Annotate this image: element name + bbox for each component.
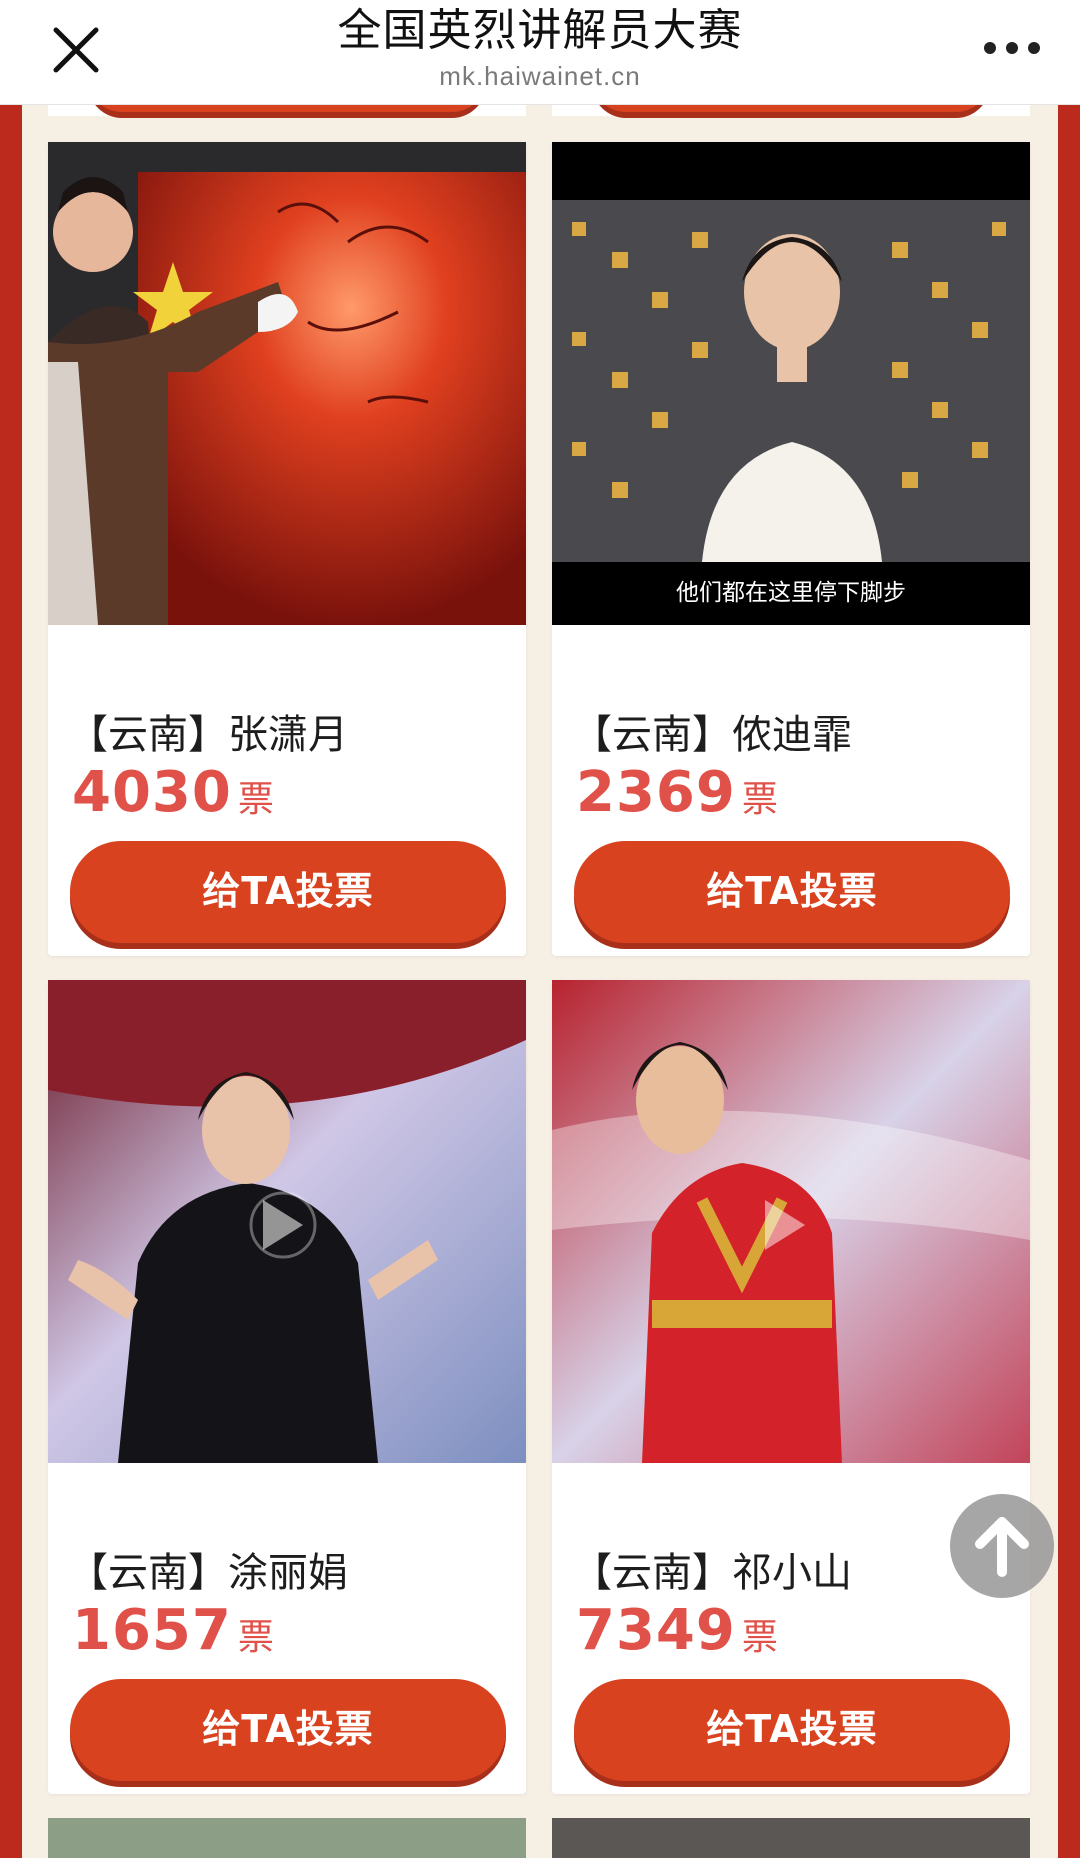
candidate-photo[interactable]	[552, 980, 1030, 1463]
candidate-photo[interactable]	[48, 980, 526, 1463]
candidate-card: 他们都在这里停下脚步 【云南】侬迪霏 2369 票 给TA投票	[552, 142, 1030, 956]
page-title: 全国英烈讲解员大赛	[337, 5, 743, 56]
vote-number: 4030	[72, 760, 232, 825]
frame-left	[0, 104, 22, 1858]
title-block: 全国英烈讲解员大赛 mk.haiwainet.cn	[200, 2, 880, 92]
page-domain: mk.haiwainet.cn	[439, 61, 641, 91]
candidate-card: 【云南】祁小山 7349 票 给TA投票	[552, 980, 1030, 1794]
close-icon[interactable]	[48, 22, 104, 78]
top-bar: 全国英烈讲解员大赛 mk.haiwainet.cn	[0, 0, 1080, 105]
vote-number: 2369	[576, 760, 736, 825]
vote-count: 7349 票	[576, 1598, 778, 1663]
vote-button[interactable]: 给TA投票	[574, 1679, 1010, 1781]
candidate-name: 【云南】祁小山	[572, 1550, 852, 1596]
vote-unit: 票	[741, 779, 778, 820]
vote-unit: 票	[237, 1617, 274, 1658]
scroll-top-button[interactable]	[950, 1494, 1054, 1598]
vote-button[interactable]: 给TA投票	[70, 841, 506, 943]
vote-unit: 票	[237, 779, 274, 820]
vote-count: 2369 票	[576, 760, 778, 825]
vote-number: 7349	[576, 1598, 736, 1663]
vote-count: 4030 票	[72, 760, 274, 825]
partial-card-top-right	[552, 104, 1030, 116]
photo-red-dress-speaker	[552, 980, 1030, 1463]
candidate-name: 【云南】侬迪霏	[572, 712, 852, 758]
more-dots-icon[interactable]	[984, 40, 1040, 56]
photo-flag-wall	[48, 142, 526, 625]
vote-button[interactable]: 给TA投票	[70, 1679, 506, 1781]
video-caption: 他们都在这里停下脚步	[552, 562, 1030, 625]
vote-button-partial[interactable]	[592, 104, 990, 112]
vote-button-partial[interactable]	[88, 104, 486, 112]
candidate-name: 【云南】张潇月	[68, 712, 348, 758]
candidate-photo[interactable]	[48, 142, 526, 625]
photo-memorial-wall	[552, 142, 1030, 625]
photo-stage-speaker	[48, 980, 526, 1463]
vote-unit: 票	[741, 1617, 778, 1658]
candidate-name: 【云南】涂丽娟	[68, 1550, 348, 1596]
vote-button[interactable]: 给TA投票	[574, 841, 1010, 943]
vote-number: 1657	[72, 1598, 232, 1663]
partial-card-bottom-right[interactable]	[552, 1818, 1030, 1858]
candidate-card: 【云南】张潇月 4030 票 给TA投票	[48, 142, 526, 956]
candidate-photo[interactable]: 他们都在这里停下脚步	[552, 142, 1030, 625]
frame-right	[1058, 104, 1080, 1858]
arrow-up-icon	[975, 1517, 1029, 1577]
vote-count: 1657 票	[72, 1598, 274, 1663]
candidate-grid[interactable]: 【云南】张潇月 4030 票 给TA投票 他们都在这里停下脚步 【云南】侬迪霏 …	[22, 104, 1058, 1858]
candidate-card: 【云南】涂丽娟 1657 票 给TA投票	[48, 980, 526, 1794]
partial-card-bottom-left[interactable]	[48, 1818, 526, 1858]
partial-card-top-left	[48, 104, 526, 116]
